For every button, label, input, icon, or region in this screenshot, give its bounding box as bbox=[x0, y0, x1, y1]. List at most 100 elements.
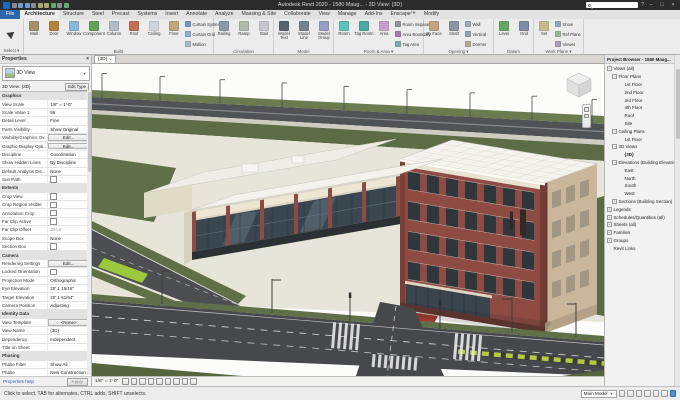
navigation-bar[interactable] bbox=[582, 104, 591, 128]
ribbon-tool[interactable]: Stair bbox=[254, 19, 274, 49]
tree-item[interactable]: − Views (all) bbox=[605, 65, 674, 73]
ribbon-tool[interactable]: Roof bbox=[124, 19, 144, 49]
tree-item[interactable]: South bbox=[605, 182, 674, 190]
select-links-icon[interactable] bbox=[644, 390, 651, 397]
tree-toggle-icon[interactable]: + bbox=[607, 222, 612, 228]
tree-item[interactable]: 1st Floor bbox=[605, 81, 674, 89]
property-row[interactable]: Identity Data bbox=[0, 310, 91, 319]
maximize-button[interactable]: □ bbox=[658, 0, 666, 10]
property-row[interactable]: Annotation Crop bbox=[0, 209, 91, 218]
measure-icon[interactable] bbox=[37, 2, 43, 8]
panel-label-build[interactable]: Build bbox=[24, 49, 213, 54]
ribbon-tab[interactable]: Modify bbox=[420, 10, 443, 19]
property-row[interactable]: Phasing bbox=[0, 352, 91, 361]
ribbon-tool[interactable]: Set bbox=[534, 19, 554, 49]
crop-view-icon[interactable] bbox=[164, 378, 172, 385]
property-row[interactable]: Graphics bbox=[0, 92, 91, 101]
property-row[interactable]: Show Hidden Lines By Discipline bbox=[0, 159, 91, 168]
type-selector[interactable]: 3D View ▼ bbox=[1, 65, 90, 81]
property-row[interactable]: Scope Box None bbox=[0, 234, 91, 244]
ribbon-tab[interactable]: Add-Ins bbox=[361, 10, 387, 19]
ribbon-tool[interactable]: Grid bbox=[514, 19, 534, 49]
property-row[interactable]: Section Box bbox=[0, 243, 91, 252]
ribbon-tool[interactable]: Floor bbox=[164, 19, 184, 49]
view-cube[interactable] bbox=[564, 70, 594, 100]
ribbon-tool[interactable]: Area Boundary bbox=[394, 29, 430, 39]
tree-item[interactable]: + Sheets (all) bbox=[605, 221, 674, 229]
property-row[interactable]: Dependency Independent bbox=[0, 335, 91, 344]
tree-item[interactable]: Revit Links bbox=[605, 244, 674, 252]
ribbon-tool[interactable]: Model Line bbox=[294, 19, 314, 49]
property-row[interactable]: Rendering Settings Edit... bbox=[0, 259, 91, 269]
tree-item[interactable]: − Elevations (Building Elevation) bbox=[605, 159, 674, 167]
tree-toggle-icon[interactable]: + bbox=[612, 198, 617, 204]
properties-help-link[interactable]: Properties help bbox=[3, 379, 34, 384]
property-row[interactable]: Default Analysis Dis... None bbox=[0, 167, 91, 176]
tree-item[interactable]: + Legends bbox=[605, 205, 674, 213]
tree-toggle-icon[interactable] bbox=[618, 121, 623, 126]
ribbon-tool[interactable]: Door bbox=[44, 19, 64, 49]
tree-toggle-icon[interactable]: − bbox=[612, 159, 617, 165]
ribbon-tool[interactable]: Room Separator bbox=[394, 19, 433, 29]
ribbon-tool[interactable]: Curtain System bbox=[184, 19, 221, 29]
property-row[interactable]: Phase Filter Show All bbox=[0, 360, 91, 369]
ribbon-tool[interactable]: Tag Room bbox=[354, 19, 374, 49]
ribbon-tab[interactable]: Structure bbox=[59, 10, 88, 19]
tree-item[interactable]: + Families bbox=[605, 229, 674, 237]
ribbon-tool[interactable]: Area bbox=[374, 19, 394, 49]
view-tab-3d[interactable]: {3D} × bbox=[94, 55, 116, 63]
tree-toggle-icon[interactable]: − bbox=[612, 144, 617, 150]
render-icon[interactable] bbox=[156, 378, 163, 385]
tree-item[interactable]: Site bbox=[605, 120, 674, 128]
tree-toggle-icon[interactable] bbox=[607, 246, 612, 251]
tree-toggle-icon[interactable]: + bbox=[607, 214, 612, 220]
property-row[interactable]: View Scale 1/8" = 1'-0" bbox=[0, 100, 91, 109]
panel-label-room-area[interactable]: Room & Area ▾ bbox=[334, 49, 423, 54]
tree-item[interactable]: 4th Floor bbox=[605, 104, 674, 112]
property-row[interactable]: View Template <None> bbox=[0, 318, 91, 327]
tree-item[interactable]: + Schedules/Quantities (all) bbox=[605, 213, 674, 221]
worksets-icon[interactable] bbox=[618, 390, 625, 397]
save-icon[interactable] bbox=[11, 2, 17, 8]
help-icon[interactable]: ? bbox=[641, 2, 644, 8]
tree-item[interactable]: 1st Floor bbox=[605, 135, 674, 143]
revit-menu-icon[interactable] bbox=[3, 1, 10, 9]
ribbon-tab[interactable]: Collaborate bbox=[280, 10, 315, 19]
ribbon-tool[interactable]: Viewer bbox=[554, 39, 584, 49]
panel-label-model[interactable]: Model bbox=[274, 49, 333, 54]
tree-item[interactable]: + Sections (Building Section) bbox=[605, 198, 674, 206]
visual-style-icon[interactable] bbox=[130, 378, 138, 385]
ribbon-tool[interactable]: Vertical bbox=[464, 29, 494, 39]
tag-icon[interactable] bbox=[44, 2, 49, 8]
property-row[interactable]: Parts Visibility Show Original bbox=[0, 125, 91, 134]
tree-item[interactable]: {3D} bbox=[605, 151, 674, 159]
section-icon[interactable] bbox=[57, 2, 62, 8]
infocenter-search-input[interactable] bbox=[586, 2, 639, 8]
minimize-button[interactable]: – bbox=[647, 0, 655, 10]
drag-on-selection-icon[interactable] bbox=[661, 390, 668, 397]
panel-label-select[interactable]: Select ▾ bbox=[0, 48, 23, 54]
properties-close-icon[interactable]: × bbox=[86, 56, 89, 62]
temporary-hide-icon[interactable] bbox=[181, 378, 189, 385]
property-row[interactable]: Discipline Coordination bbox=[0, 150, 91, 160]
tree-toggle-icon[interactable]: − bbox=[607, 66, 612, 72]
tree-toggle-icon[interactable] bbox=[618, 105, 623, 110]
tree-item[interactable]: 3rd Floor bbox=[605, 96, 674, 104]
ribbon-tool[interactable]: Room bbox=[334, 19, 354, 49]
ribbon-tab[interactable]: Systems bbox=[133, 10, 161, 19]
ribbon-tab[interactable]: Analyze bbox=[211, 10, 237, 19]
ribbon-tool[interactable]: Level bbox=[494, 19, 514, 49]
property-row[interactable]: Phase New Construction bbox=[0, 368, 91, 376]
property-row[interactable]: Far Clip Offset 304.8 bbox=[0, 226, 91, 235]
tree-toggle-icon[interactable] bbox=[618, 152, 623, 157]
property-row[interactable]: Extents bbox=[0, 184, 91, 193]
property-row[interactable]: Graphic Display Opti... Edit... bbox=[0, 142, 91, 151]
tree-toggle-icon[interactable] bbox=[618, 90, 623, 95]
ribbon-tab[interactable]: Enscape™ bbox=[386, 10, 419, 19]
tree-item[interactable]: − 3D Views bbox=[605, 143, 674, 151]
ribbon-tool[interactable]: By Face bbox=[424, 19, 444, 49]
property-row[interactable]: Target Elevation 20' 1 61/64" bbox=[0, 293, 91, 302]
property-row[interactable]: Visibility/Graphics Ov... Edit... bbox=[0, 133, 91, 143]
tree-toggle-icon[interactable] bbox=[618, 191, 623, 196]
ribbon-tool[interactable]: Ramp bbox=[234, 19, 254, 49]
